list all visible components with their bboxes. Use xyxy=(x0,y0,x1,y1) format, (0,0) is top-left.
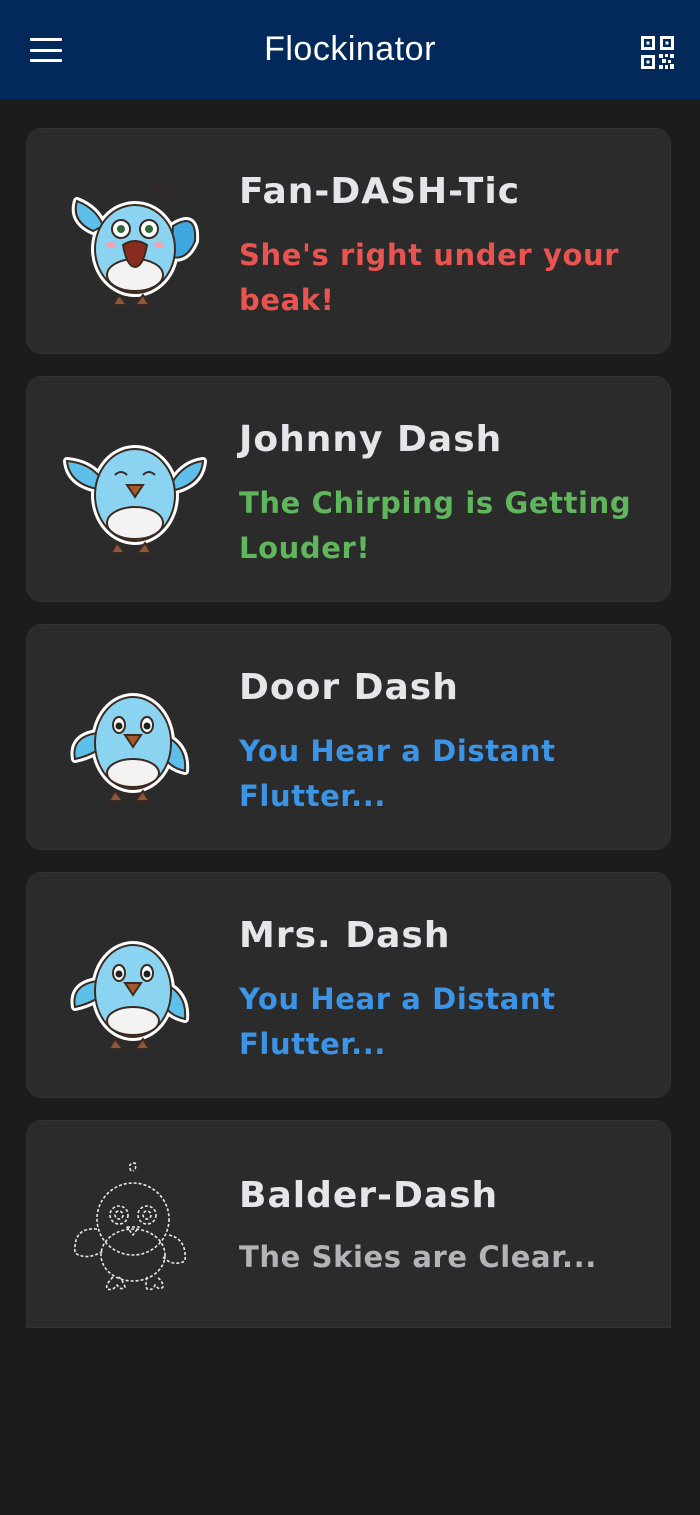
bird-icon xyxy=(70,693,190,802)
bird-name: Mrs. Dash xyxy=(239,915,451,956)
bird-outline-icon xyxy=(74,1162,186,1291)
bird-status: You Hear a Distant Flutter... xyxy=(239,982,556,1061)
app-bar: Flockinator xyxy=(0,0,700,99)
qr-code-icon[interactable] xyxy=(641,36,674,69)
app-title: Flockinator xyxy=(264,30,436,68)
bird-status: You Hear a Distant Flutter... xyxy=(239,734,556,813)
hamburger-menu-icon[interactable] xyxy=(30,38,62,62)
bird-card-mrs-dash[interactable]: Mrs. Dash You Hear a Distant Flutter... xyxy=(26,872,671,1098)
bird-card-balder-dash[interactable]: Balder-Dash The Skies are Clear... xyxy=(26,1120,671,1328)
bird-status: She's right under your beak! xyxy=(239,238,620,317)
bird-card-fan-dash-tic[interactable]: Fan-DASH-Tic She's right under your beak… xyxy=(26,128,671,354)
bird-icon xyxy=(70,941,190,1050)
bird-name: Balder-Dash xyxy=(239,1175,499,1216)
happy-bird-icon xyxy=(63,445,207,554)
bird-card-door-dash[interactable]: Door Dash You Hear a Distant Flutter... xyxy=(26,624,671,850)
bird-status: The Chirping is Getting Louder! xyxy=(239,486,632,565)
bird-card-johnny-dash[interactable]: Johnny Dash The Chirping is Getting Loud… xyxy=(26,376,671,602)
bird-name: Door Dash xyxy=(239,667,459,708)
bird-status: The Skies are Clear... xyxy=(239,1240,597,1274)
bird-name: Johnny Dash xyxy=(239,419,503,460)
excited-bird-icon xyxy=(71,182,200,306)
bird-name: Fan-DASH-Tic xyxy=(239,171,521,212)
